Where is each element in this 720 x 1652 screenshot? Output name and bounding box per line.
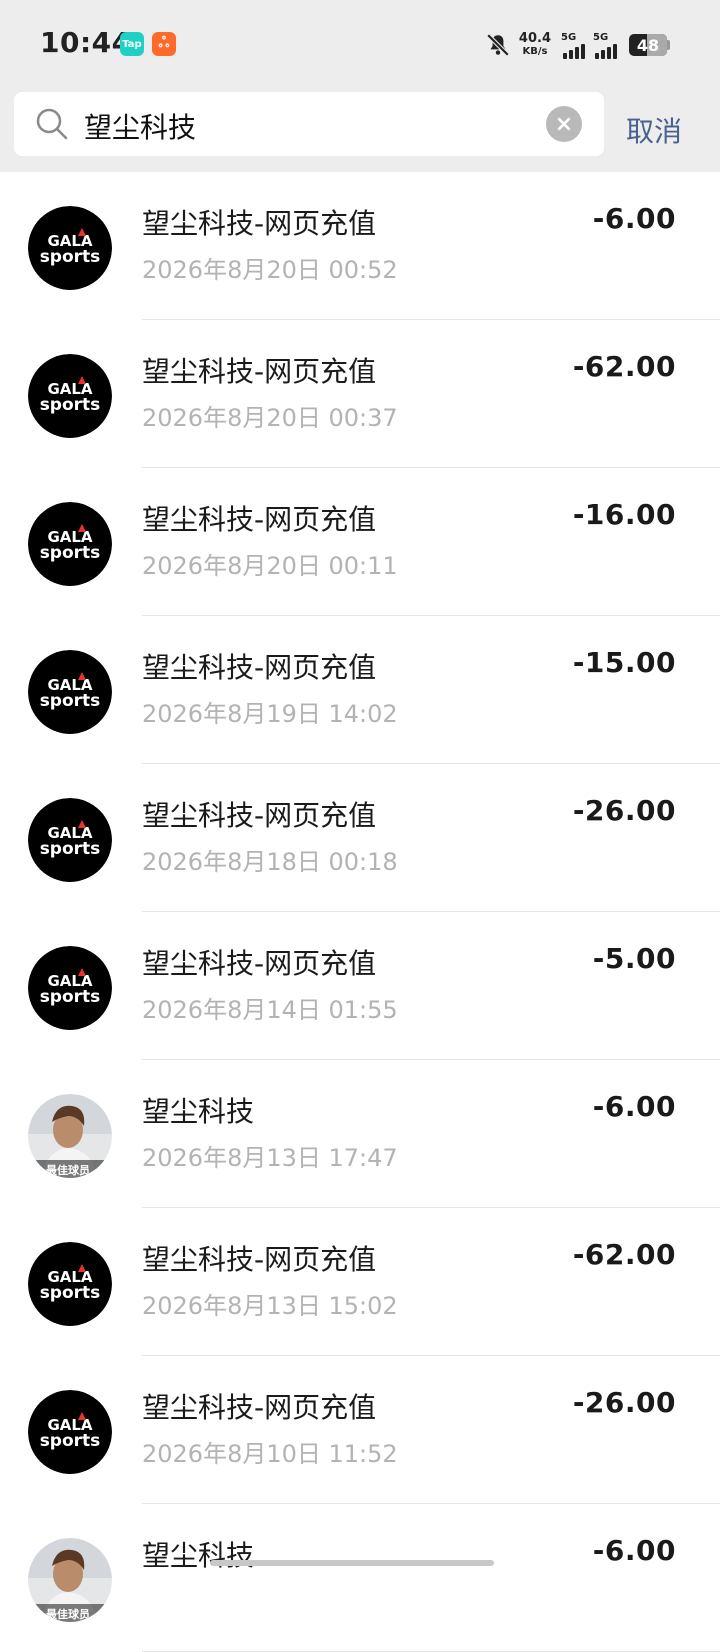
avatar-logo-line2: sports bbox=[40, 1283, 101, 1303]
transaction-row[interactable]: GALA sports 望尘科技-网页充值 2026年8月20日 00:37 -… bbox=[0, 320, 720, 468]
avatar-caption: 最佳球员 bbox=[46, 1163, 90, 1177]
signal-2-label: 5G bbox=[593, 31, 609, 43]
mute-bell-icon bbox=[486, 33, 510, 57]
avatar-logo-line2: sports bbox=[40, 1431, 101, 1451]
transaction-amount: -26.00 bbox=[572, 1386, 676, 1419]
avatar-logo-line2: sports bbox=[40, 691, 101, 711]
transaction-title: 望尘科技-网页充值 bbox=[142, 355, 377, 388]
transaction-title: 望尘科技-网页充值 bbox=[142, 947, 377, 980]
transaction-amount: -62.00 bbox=[572, 350, 676, 383]
transaction-time: 2026年8月13日 15:02 bbox=[142, 1292, 398, 1320]
transaction-amount: -26.00 bbox=[572, 794, 676, 827]
transaction-title: 望尘科技-网页充值 bbox=[142, 799, 377, 832]
transaction-row[interactable]: GALA sports 望尘科技-网页充值 2026年8月14日 01:55 -… bbox=[0, 912, 720, 1060]
transaction-title: 望尘科技 bbox=[142, 1539, 255, 1572]
status-indicators: 40.4 KB/s 5G 5G 48 bbox=[485, 28, 670, 62]
transaction-row[interactable]: 最佳球员 望尘科技 2026年8月13日 17:47 -6.00 bbox=[0, 1060, 720, 1208]
transaction-time: 2026年8月13日 17:47 bbox=[142, 1144, 398, 1172]
transaction-amount: -6.00 bbox=[592, 1534, 676, 1567]
transaction-amount: -6.00 bbox=[592, 202, 676, 235]
transaction-amount: -15.00 bbox=[572, 646, 676, 679]
cancel-button[interactable]: 取消 bbox=[626, 110, 682, 150]
transaction-time: 2026年8月19日 14:02 bbox=[142, 700, 398, 728]
transaction-title: 望尘科技-网页充值 bbox=[142, 207, 377, 240]
gala-sports-avatar: GALA sports bbox=[28, 650, 112, 734]
player-photo-avatar: 最佳球员 bbox=[28, 1094, 112, 1178]
player-photo-avatar: 最佳球员 bbox=[28, 1538, 112, 1622]
search-bar: 望尘科技 × 取消 bbox=[0, 88, 720, 172]
signal-1-label: 5G bbox=[561, 31, 577, 43]
network-speed: 40.4 KB/s bbox=[519, 32, 551, 58]
net-speed-unit: KB/s bbox=[522, 46, 548, 57]
battery-level: 48 bbox=[636, 35, 660, 55]
status-time: 10:44 bbox=[40, 26, 132, 59]
signal-2-icon: 5G bbox=[593, 32, 617, 59]
transaction-time: 2026年8月20日 00:37 bbox=[142, 404, 398, 432]
transaction-row[interactable]: GALA sports 望尘科技-网页充值 2026年8月13日 15:02 -… bbox=[0, 1208, 720, 1356]
net-speed-value: 40.4 bbox=[518, 31, 551, 46]
transaction-list: GALA sports 望尘科技-网页充值 2026年8月20日 00:52 -… bbox=[0, 172, 720, 1652]
gala-sports-avatar: GALA sports bbox=[28, 206, 112, 290]
transaction-time: 2026年8月18日 00:18 bbox=[142, 848, 398, 876]
search-input[interactable]: 望尘科技 × bbox=[14, 92, 604, 156]
transaction-row[interactable]: 最佳球员 望尘科技 -6.00 bbox=[0, 1504, 720, 1652]
transaction-amount: -62.00 bbox=[572, 1238, 676, 1271]
transaction-time: 2026年8月14日 01:55 bbox=[142, 996, 398, 1024]
search-icon bbox=[36, 108, 68, 140]
transaction-title: 望尘科技 bbox=[142, 1095, 255, 1128]
transaction-row[interactable]: GALA sports 望尘科技-网页充值 2026年8月19日 14:02 -… bbox=[0, 616, 720, 764]
avatar-logo-line2: sports bbox=[40, 247, 101, 267]
avatar-logo-line2: sports bbox=[40, 839, 101, 859]
transaction-title: 望尘科技-网页充值 bbox=[142, 503, 377, 536]
transaction-title: 望尘科技-网页充值 bbox=[142, 1243, 377, 1276]
gala-sports-avatar: GALA sports bbox=[28, 1242, 112, 1326]
battery-icon: 48 bbox=[629, 34, 667, 56]
gala-sports-avatar: GALA sports bbox=[28, 1390, 112, 1474]
transaction-amount: -6.00 bbox=[592, 1090, 676, 1123]
gala-sports-avatar: GALA sports bbox=[28, 354, 112, 438]
transaction-time: 2026年8月20日 00:52 bbox=[142, 256, 398, 284]
avatar-caption: 最佳球员 bbox=[46, 1607, 90, 1621]
notification-app-icon: ஃ bbox=[152, 32, 176, 56]
gala-sports-avatar: GALA sports bbox=[28, 798, 112, 882]
transaction-title: 望尘科技-网页充值 bbox=[142, 1391, 377, 1424]
taptap-app-icon: Tap bbox=[120, 32, 144, 56]
transaction-row[interactable]: GALA sports 望尘科技-网页充值 2026年8月20日 00:52 -… bbox=[0, 172, 720, 320]
status-bar: 10:44 Tap ஃ 40.4 KB/s 5G 5G 48 bbox=[0, 0, 720, 88]
transaction-row[interactable]: GALA sports 望尘科技-网页充值 2026年8月18日 00:18 -… bbox=[0, 764, 720, 912]
gala-sports-avatar: GALA sports bbox=[28, 946, 112, 1030]
transaction-row[interactable]: GALA sports 望尘科技-网页充值 2026年8月10日 11:52 -… bbox=[0, 1356, 720, 1504]
home-indicator[interactable] bbox=[210, 1560, 494, 1566]
transaction-amount: -16.00 bbox=[572, 498, 676, 531]
transaction-row[interactable]: GALA sports 望尘科技-网页充值 2026年8月20日 00:11 -… bbox=[0, 468, 720, 616]
transaction-title: 望尘科技-网页充值 bbox=[142, 651, 377, 684]
transaction-time: 2026年8月20日 00:11 bbox=[142, 552, 398, 580]
search-query[interactable]: 望尘科技 bbox=[84, 106, 196, 146]
clear-search-button[interactable]: × bbox=[546, 106, 582, 142]
signal-1-icon: 5G bbox=[561, 32, 585, 59]
gala-sports-avatar: GALA sports bbox=[28, 502, 112, 586]
avatar-logo-line2: sports bbox=[40, 987, 101, 1007]
transaction-time: 2026年8月10日 11:52 bbox=[142, 1440, 398, 1468]
transaction-amount: -5.00 bbox=[592, 942, 676, 975]
avatar-logo-line2: sports bbox=[40, 395, 101, 415]
avatar-logo-line2: sports bbox=[40, 543, 101, 563]
